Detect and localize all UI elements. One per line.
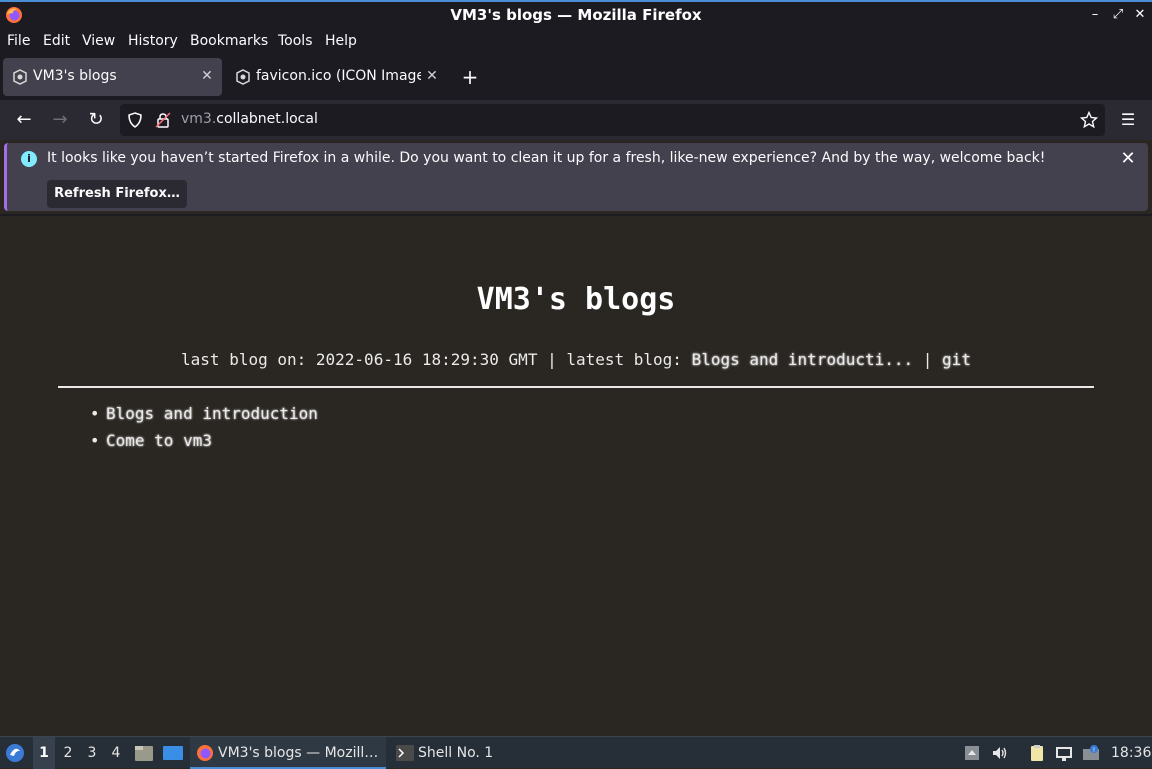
page-content: VM3's blogs last blog on: 2022-06-16 18:…	[0, 214, 1152, 736]
app-menu-button[interactable]: ☰	[1116, 108, 1140, 132]
task-label: Shell No. 1	[418, 745, 494, 761]
terminal-icon	[396, 745, 414, 761]
reload-button[interactable]: ↻	[84, 108, 108, 132]
close-notification-icon[interactable]: ✕	[1118, 149, 1138, 169]
notification-tray-icon[interactable]: !	[1082, 744, 1100, 762]
blog-meta: last blog on: 2022-06-16 18:29:30 GMT | …	[0, 350, 1152, 369]
blog-link[interactable]: Come to vm3	[106, 431, 212, 450]
tab-label: favicon.ico (ICON Image,	[256, 68, 421, 84]
network-icon[interactable]	[1055, 744, 1073, 762]
menu-file[interactable]: File	[7, 33, 30, 49]
close-tab-icon[interactable]: ✕	[423, 67, 441, 85]
back-button[interactable]: ←	[12, 108, 36, 132]
menu-tools[interactable]: Tools	[278, 33, 313, 49]
meta-separator: |	[913, 350, 943, 369]
close-tab-icon[interactable]: ✕	[198, 67, 216, 85]
blog-link[interactable]: Blogs and introduction	[106, 404, 318, 423]
show-desktop-icon[interactable]	[162, 744, 184, 762]
meta-text: last blog on: 2022-06-16 18:29:30 GMT | …	[181, 350, 692, 369]
info-icon: i	[21, 151, 37, 167]
blog-list: • Blogs and introduction • Come to vm3	[90, 403, 318, 457]
menu-history[interactable]: History	[128, 33, 178, 49]
shield-icon[interactable]	[127, 112, 143, 128]
divider	[58, 386, 1094, 388]
new-tab-button[interactable]: +	[458, 66, 482, 90]
forward-button[interactable]: →	[48, 108, 72, 132]
workspace-3[interactable]: 3	[81, 737, 103, 769]
task-label: VM3's blogs — Mozill…	[218, 745, 379, 761]
menu-view[interactable]: View	[82, 33, 115, 49]
tray-up-arrow-icon[interactable]	[963, 744, 981, 762]
menu-edit[interactable]: Edit	[43, 33, 70, 49]
notification-message: It looks like you haven’t started Firefo…	[47, 150, 1046, 166]
tab-label: VM3's blogs	[33, 68, 117, 84]
bookmark-star-icon[interactable]	[1080, 111, 1098, 129]
window-titlebar: VM3's blogs — Mozilla Firefox – ⤢ ✕	[0, 0, 1152, 30]
taskbar-item-firefox[interactable]: VM3's blogs — Mozill…	[190, 737, 386, 769]
tab-vm3-blogs[interactable]: VM3's blogs ✕	[3, 58, 222, 96]
url-bar[interactable]: vm3.collabnet.local	[120, 104, 1105, 136]
page-title: VM3's blogs	[476, 282, 676, 317]
tab-strip: VM3's blogs ✕ favicon.ico (ICON Image, ✕…	[0, 54, 1152, 100]
url-text[interactable]: vm3.collabnet.local	[181, 111, 318, 127]
taskbar: 1 2 3 4 VM3's blogs — Mozill… Shell No. …	[0, 736, 1152, 769]
git-link[interactable]: git	[942, 350, 971, 369]
restore-icon[interactable]: ⤢	[1108, 5, 1128, 25]
workspace-1[interactable]: 1	[33, 737, 55, 769]
menu-bar: File Edit View History Bookmarks Tools H…	[0, 30, 1152, 54]
site-favicon-icon	[13, 69, 27, 85]
firefox-icon	[197, 745, 213, 761]
close-window-icon[interactable]: ✕	[1130, 5, 1150, 25]
menu-help[interactable]: Help	[325, 33, 357, 49]
svg-text:!: !	[1093, 747, 1095, 754]
tab-favicon[interactable]: favicon.ico (ICON Image, ✕	[226, 58, 448, 96]
workspace-4[interactable]: 4	[105, 737, 127, 769]
clipboard-icon[interactable]	[1028, 744, 1046, 762]
clock[interactable]: 18:36	[1111, 737, 1151, 769]
window-title: VM3's blogs — Mozilla Firefox	[450, 6, 702, 24]
minimize-icon[interactable]: –	[1085, 5, 1105, 25]
workspace-2[interactable]: 2	[57, 737, 79, 769]
notification-bar: i It looks like you haven’t started Fire…	[4, 143, 1148, 211]
site-favicon-icon	[236, 69, 250, 85]
list-item: • Come to vm3	[90, 431, 212, 450]
taskbar-item-shell[interactable]: Shell No. 1	[390, 737, 510, 769]
latest-blog-link[interactable]: Blogs and introducti...	[692, 350, 914, 369]
volume-icon[interactable]	[991, 744, 1009, 762]
app-launcher-icon[interactable]	[5, 743, 25, 763]
insecure-lock-icon[interactable]	[155, 112, 171, 128]
file-manager-icon[interactable]	[134, 744, 154, 762]
menu-bookmarks[interactable]: Bookmarks	[190, 33, 268, 49]
refresh-firefox-button[interactable]: Refresh Firefox…	[47, 180, 187, 208]
navigation-toolbar: ← → ↻ vm3.collabnet.local ☰	[0, 100, 1152, 140]
list-item: • Blogs and introduction	[90, 404, 318, 423]
